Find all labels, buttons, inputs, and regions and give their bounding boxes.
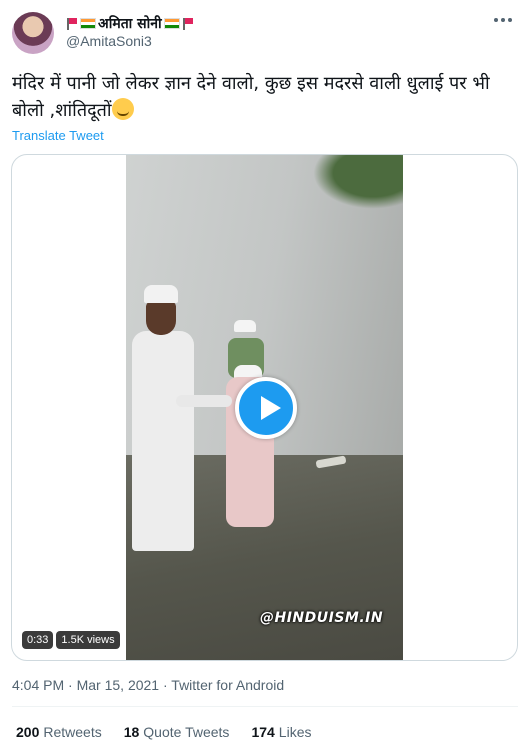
smirk-emoji-icon xyxy=(111,98,134,120)
avatar[interactable] xyxy=(12,12,54,54)
quote-tweets-stat[interactable]: 18 Quote Tweets xyxy=(124,724,230,740)
user-handle[interactable]: @AmitaSoni3 xyxy=(66,33,152,49)
tweet-date[interactable]: Mar 15, 2021 xyxy=(77,677,160,693)
india-flag-icon xyxy=(80,18,96,29)
red-flag-icon xyxy=(182,17,194,30)
likes-stat[interactable]: 174 Likes xyxy=(251,724,311,740)
divider xyxy=(12,706,518,707)
tweet-source[interactable]: Twitter for Android xyxy=(171,677,284,693)
display-name-row[interactable]: अमिता सोनी xyxy=(66,14,194,33)
meta-separator: · xyxy=(68,677,77,693)
play-button[interactable] xyxy=(235,377,297,439)
retweets-stat[interactable]: 200 Retweets xyxy=(16,724,102,740)
india-flag-icon xyxy=(163,18,180,29)
translate-tweet-link[interactable]: Translate Tweet xyxy=(12,128,104,143)
video-info: 0:33 1.5K views xyxy=(22,631,120,649)
red-flag-icon xyxy=(66,17,78,30)
tweet-text: मंदिर में पानी जो लेकर ज्ञान देने वालो, … xyxy=(12,73,490,121)
video-duration: 0:33 xyxy=(22,631,54,649)
tweet-text-container: मंदिर में पानी जो लेकर ज्ञान देने वालो, … xyxy=(12,70,512,124)
tweet-stats: 200 Retweets 18 Quote Tweets 174 Likes xyxy=(16,724,311,740)
display-name[interactable]: अमिता सोनी xyxy=(98,14,162,33)
video-trees xyxy=(303,155,403,215)
tweet-time[interactable]: 4:04 PM xyxy=(12,677,64,693)
video-player[interactable]: @HINDUISM.IN 0:33 1.5K views xyxy=(11,154,518,661)
tweet-meta: 4:04 PM · Mar 15, 2021 · Twitter for And… xyxy=(12,677,284,693)
video-watermark: @HINDUISM.IN xyxy=(260,610,384,626)
video-man xyxy=(132,285,232,555)
more-options-icon[interactable] xyxy=(494,18,512,22)
video-views: 1.5K views xyxy=(56,631,120,649)
